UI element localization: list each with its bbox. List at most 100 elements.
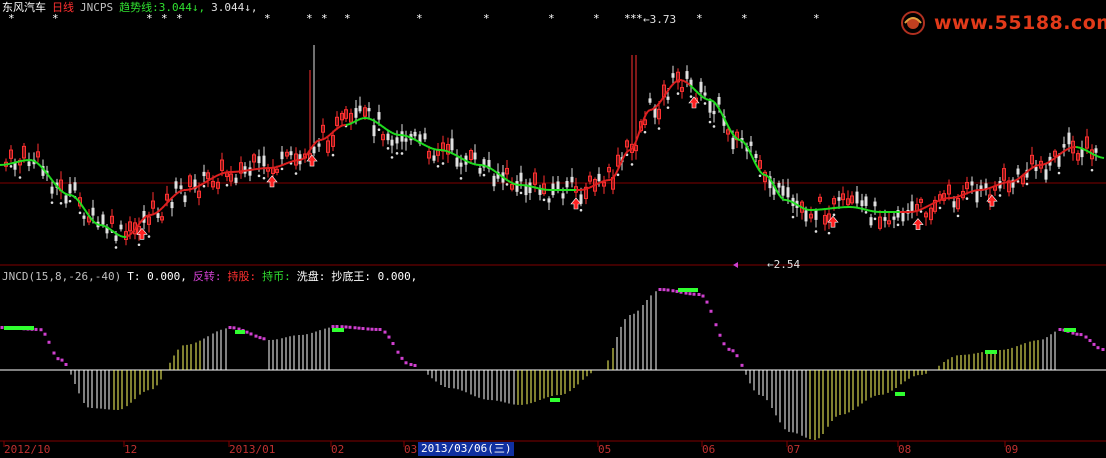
- trend-line-segment: [65, 193, 69, 196]
- trend-line-segment: [613, 173, 617, 178]
- trend-line-segment: [509, 180, 513, 184]
- chart-period[interactable]: 日线: [52, 1, 74, 14]
- signal-star-icon: *: [593, 12, 600, 25]
- trend-line-segment: [915, 209, 919, 213]
- candle-dot-marker: [386, 147, 390, 150]
- trend-line-segment: [197, 184, 201, 188]
- indicator-dot: [701, 294, 705, 298]
- indicator-dot: [353, 326, 357, 330]
- trend-line-segment: [919, 208, 923, 211]
- indicator-dot: [1101, 348, 1105, 351]
- trend-line-segment: [791, 201, 795, 204]
- trend-line-segment: [1099, 156, 1103, 159]
- candle-body: [860, 200, 864, 207]
- trend-line-segment: [1083, 148, 1087, 152]
- indicator-name[interactable]: JNCPS: [80, 1, 113, 14]
- x-axis-label: 03: [404, 443, 418, 456]
- low-price-label: ←2.54: [767, 258, 801, 271]
- trend-line-segment: [125, 235, 129, 238]
- candle-body: [400, 131, 404, 142]
- candle-dot-marker: [708, 120, 712, 124]
- trend-line-segment: [925, 205, 929, 208]
- trend-line-segment: [1015, 178, 1019, 182]
- trend-line-segment: [725, 121, 729, 127]
- indicator-formula-name[interactable]: JNCD(15,8,-26,-40): [2, 270, 121, 283]
- trend-line-segment: [591, 184, 595, 188]
- indicator-dot: [245, 330, 249, 334]
- trend-line-segment: [1035, 164, 1039, 167]
- chart-canvas[interactable]: * * * * * * * * * * * * * * * * * * *: [0, 0, 1106, 458]
- indicator-dot: [249, 332, 253, 336]
- trend-line-segment: [989, 186, 993, 189]
- trend-line-segment: [1045, 161, 1049, 165]
- trend-line-segment: [647, 109, 651, 112]
- indicator-dot: [666, 288, 670, 292]
- trend-line-value-2: 3.044↓,: [211, 1, 258, 14]
- x-axis-label: 07: [787, 443, 801, 456]
- trend-line-segment: [415, 139, 419, 143]
- trend-line-segment: [377, 122, 381, 126]
- stock-name: 东风汽车: [2, 1, 46, 14]
- candle-body: [1016, 168, 1020, 175]
- candle-body: [556, 181, 560, 190]
- indicator-peak-marker: [550, 398, 560, 402]
- trend-line-segment: [63, 192, 67, 195]
- trend-line-segment: [119, 234, 123, 238]
- indicator-dot: [684, 291, 688, 295]
- trend-line-segment: [683, 80, 687, 83]
- trend-line-segment: [91, 219, 95, 223]
- trend-line-segment: [593, 183, 597, 187]
- indicator-dot: [709, 309, 713, 313]
- hold-cash-label: 持币:: [262, 270, 291, 283]
- selected-date-cursor[interactable]: 2013/03/06(三): [418, 442, 515, 456]
- trend-line-segment: [933, 201, 937, 204]
- trend-line-segment: [387, 129, 391, 133]
- indicator-dot: [396, 350, 400, 354]
- candle-body: [262, 155, 266, 167]
- indicator-dot: [697, 292, 701, 296]
- trend-line-segment: [1085, 149, 1089, 153]
- trend-line-segment: [61, 190, 65, 194]
- candle-dot-marker: [395, 152, 399, 155]
- trend-line-segment: [159, 207, 163, 211]
- indicator-dot: [344, 325, 348, 329]
- trend-line-segment: [937, 199, 941, 202]
- trend-line-segment: [445, 149, 449, 153]
- candle-dot-marker: [956, 214, 960, 218]
- trend-line-segment: [735, 137, 739, 141]
- candle-dot-marker: [114, 246, 118, 249]
- trend-line-segment: [109, 228, 113, 232]
- signal-star-icon: *: [264, 12, 271, 25]
- trend-line-segment: [453, 153, 457, 157]
- trend-line-segment: [81, 204, 85, 210]
- trend-line-segment: [219, 172, 223, 176]
- trend-line-segment: [1091, 152, 1095, 156]
- trend-line-segment: [113, 231, 117, 235]
- trend-line-segment: [603, 179, 607, 183]
- low-price-value: 2.54: [773, 258, 801, 271]
- trend-line-segment: [505, 178, 509, 182]
- trend-line-segment: [469, 161, 473, 165]
- candle-body: [174, 181, 178, 189]
- candle-body: [597, 173, 601, 182]
- trend-line-segment: [129, 232, 133, 236]
- trend-line-segment: [179, 189, 183, 193]
- trend-line-segment: [917, 208, 921, 212]
- candle-dot-marker: [758, 174, 762, 178]
- trend-line-segment: [1081, 147, 1085, 151]
- trend-line-segment: [85, 210, 89, 216]
- wash-label: 洗盘:: [296, 270, 326, 283]
- indicator-dot: [1075, 332, 1079, 336]
- trend-line-segment: [215, 174, 219, 178]
- trend-line-segment: [447, 150, 451, 154]
- trend-line-segment: [777, 192, 781, 197]
- site-watermark: www.55188.com: [898, 8, 1106, 38]
- candle-body: [179, 185, 183, 189]
- trend-line-segment: [105, 225, 109, 229]
- candle-dot-marker: [676, 92, 680, 95]
- trend-line-segment: [1095, 154, 1099, 158]
- candle-body: [459, 162, 463, 167]
- candle-dot-marker: [280, 167, 284, 171]
- trend-line-segment: [59, 188, 63, 193]
- trend-line-segment: [671, 82, 675, 86]
